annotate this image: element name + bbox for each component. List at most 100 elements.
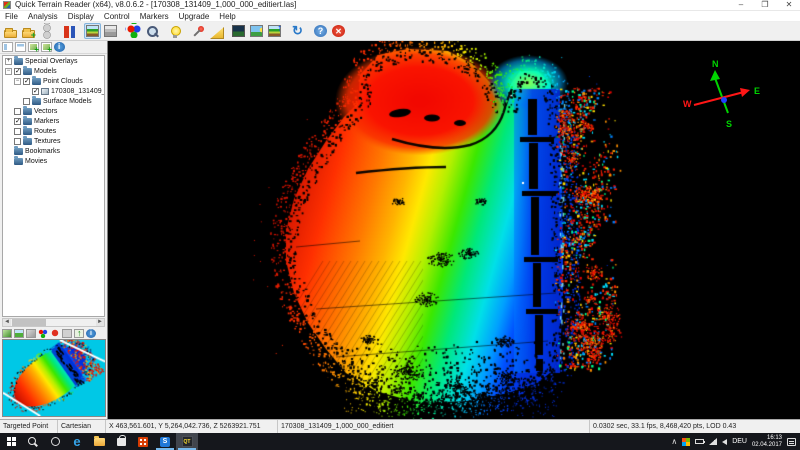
add-overlay-icon[interactable] bbox=[28, 42, 39, 52]
tree-item-label[interactable]: 170308_131409_1,000_000_editiert bbox=[51, 88, 105, 95]
menu-upgrade[interactable]: Upgrade bbox=[179, 11, 210, 22]
marker-pin-icon[interactable] bbox=[189, 23, 206, 39]
blue-app-icon[interactable]: S bbox=[154, 433, 176, 450]
tree-item-label[interactable]: Point Clouds bbox=[43, 78, 83, 85]
add-file-icon[interactable]: + bbox=[20, 25, 37, 41]
tree-item-label[interactable]: Bookmarks bbox=[25, 148, 60, 155]
maximize-button[interactable]: ❐ bbox=[760, 0, 770, 10]
edge-icon[interactable]: e bbox=[66, 433, 88, 450]
tree-checkbox[interactable] bbox=[14, 118, 21, 125]
language-indicator[interactable]: DEU bbox=[732, 438, 747, 445]
overview-colors-icon[interactable] bbox=[38, 329, 48, 338]
overview-select-icon[interactable] bbox=[62, 329, 72, 338]
tree-checkbox[interactable] bbox=[14, 138, 21, 145]
tray-windows-icon[interactable] bbox=[682, 438, 690, 446]
cortana-icon[interactable] bbox=[44, 433, 66, 450]
layers-icon[interactable] bbox=[38, 23, 55, 39]
tree-expander-icon[interactable] bbox=[5, 68, 12, 75]
minimize-button[interactable]: – bbox=[736, 0, 746, 10]
tree-checkbox[interactable] bbox=[23, 78, 30, 85]
tree-item-label[interactable]: Vectors bbox=[34, 108, 57, 115]
tree-item-icon bbox=[14, 148, 23, 155]
info-icon[interactable] bbox=[54, 42, 65, 52]
menu-help[interactable]: Help bbox=[219, 11, 235, 22]
tree-row[interactable]: Special Overlays bbox=[3, 56, 104, 66]
notification-center-icon[interactable] bbox=[787, 438, 796, 446]
status-coordinate-system: Cartesian bbox=[58, 420, 106, 433]
red-app-icon[interactable] bbox=[132, 433, 154, 450]
menu-markers[interactable]: Markers bbox=[140, 11, 169, 22]
tree-checkbox[interactable] bbox=[14, 128, 21, 135]
store-icon[interactable] bbox=[110, 433, 132, 450]
layer-tree: Special Overlays Models Point Clouds bbox=[2, 55, 105, 317]
tree-checkbox[interactable] bbox=[32, 88, 39, 95]
exit-icon[interactable] bbox=[330, 23, 347, 39]
tree-row[interactable]: Bookmarks bbox=[3, 146, 104, 156]
search-icon[interactable] bbox=[22, 433, 44, 450]
compass-widget: N E W S bbox=[682, 55, 782, 139]
layout-icon[interactable] bbox=[2, 42, 13, 52]
tree-checkbox[interactable] bbox=[14, 68, 21, 75]
tree-row[interactable]: Routes bbox=[3, 126, 104, 136]
tree-row[interactable]: Models bbox=[3, 66, 104, 76]
menu-analysis[interactable]: Analysis bbox=[28, 11, 58, 22]
tree-item-label[interactable]: Special Overlays bbox=[25, 58, 78, 65]
start-icon[interactable] bbox=[0, 433, 22, 450]
night-display-icon[interactable] bbox=[230, 23, 247, 39]
tree-item-label[interactable]: Markers bbox=[34, 118, 59, 125]
battery-icon[interactable] bbox=[695, 439, 704, 444]
tree-row[interactable]: Vectors bbox=[3, 106, 104, 116]
tree-expander-icon[interactable] bbox=[14, 78, 21, 85]
close-button[interactable]: ✕ bbox=[784, 0, 794, 10]
overview-info-icon[interactable] bbox=[86, 329, 96, 338]
tree-item-label[interactable]: Movies bbox=[25, 158, 47, 165]
scroll-left-icon[interactable]: ◄ bbox=[3, 319, 11, 326]
screenshot-icon[interactable] bbox=[248, 23, 265, 39]
tree-row[interactable]: 170308_131409_1,000_000_editiert bbox=[3, 86, 104, 96]
qt-reader-icon[interactable]: QT bbox=[176, 433, 198, 450]
terrain-off-icon[interactable] bbox=[102, 23, 119, 39]
menu-file[interactable]: File bbox=[5, 11, 18, 22]
tree-checkbox[interactable] bbox=[14, 108, 21, 115]
measure-icon[interactable] bbox=[207, 23, 224, 39]
flag-icon[interactable] bbox=[61, 23, 78, 39]
tree-item-icon bbox=[23, 68, 32, 75]
overview-marker-icon[interactable] bbox=[50, 329, 60, 338]
tree-item-label[interactable]: Surface Models bbox=[43, 98, 92, 105]
clock[interactable]: 16:13 02.04.2017 bbox=[752, 435, 782, 449]
tree-item-label[interactable]: Models bbox=[34, 68, 57, 75]
tray-chevron-icon[interactable]: ∧ bbox=[671, 438, 677, 446]
scroll-right-icon[interactable]: ► bbox=[96, 319, 104, 326]
tree-row[interactable]: Surface Models bbox=[3, 96, 104, 106]
overview-minimap[interactable] bbox=[2, 339, 106, 417]
open-file-icon[interactable] bbox=[2, 25, 19, 41]
color-settings-icon[interactable] bbox=[125, 23, 142, 39]
tree-checkbox[interactable] bbox=[23, 98, 30, 105]
tree-horizontal-scrollbar[interactable]: ◄ ► bbox=[2, 318, 105, 327]
tree-expander-icon[interactable] bbox=[5, 58, 12, 65]
overview-elevation-icon[interactable] bbox=[74, 329, 84, 338]
overview-flyto-icon[interactable] bbox=[14, 329, 24, 338]
terrain-view-icon[interactable] bbox=[84, 23, 101, 39]
menu-control[interactable]: Control bbox=[104, 11, 130, 22]
tree-row[interactable]: Movies bbox=[3, 156, 104, 166]
tree-row[interactable]: Textures bbox=[3, 136, 104, 146]
tree-row[interactable]: Markers bbox=[3, 116, 104, 126]
overview-terrain-icon[interactable] bbox=[2, 329, 12, 338]
help-icon[interactable] bbox=[312, 23, 329, 39]
main-toolbar: + ↻ bbox=[0, 22, 800, 41]
tree-row[interactable]: Point Clouds bbox=[3, 76, 104, 86]
add-model-icon[interactable] bbox=[41, 42, 52, 52]
volume-icon[interactable] bbox=[722, 439, 727, 445]
tree-item-label[interactable]: Textures bbox=[34, 138, 60, 145]
panels-icon[interactable] bbox=[15, 42, 26, 52]
overview-frame-icon[interactable] bbox=[26, 329, 36, 338]
lighting-icon[interactable] bbox=[166, 23, 183, 39]
refresh-icon[interactable]: ↻ bbox=[289, 23, 306, 39]
tree-item-label[interactable]: Routes bbox=[34, 128, 56, 135]
scrollbar-thumb[interactable] bbox=[12, 319, 46, 326]
explorer-icon[interactable] bbox=[88, 433, 110, 450]
menu-display[interactable]: Display bbox=[68, 11, 94, 22]
zoom-icon[interactable] bbox=[143, 23, 160, 39]
elevation-icon[interactable] bbox=[266, 23, 283, 39]
